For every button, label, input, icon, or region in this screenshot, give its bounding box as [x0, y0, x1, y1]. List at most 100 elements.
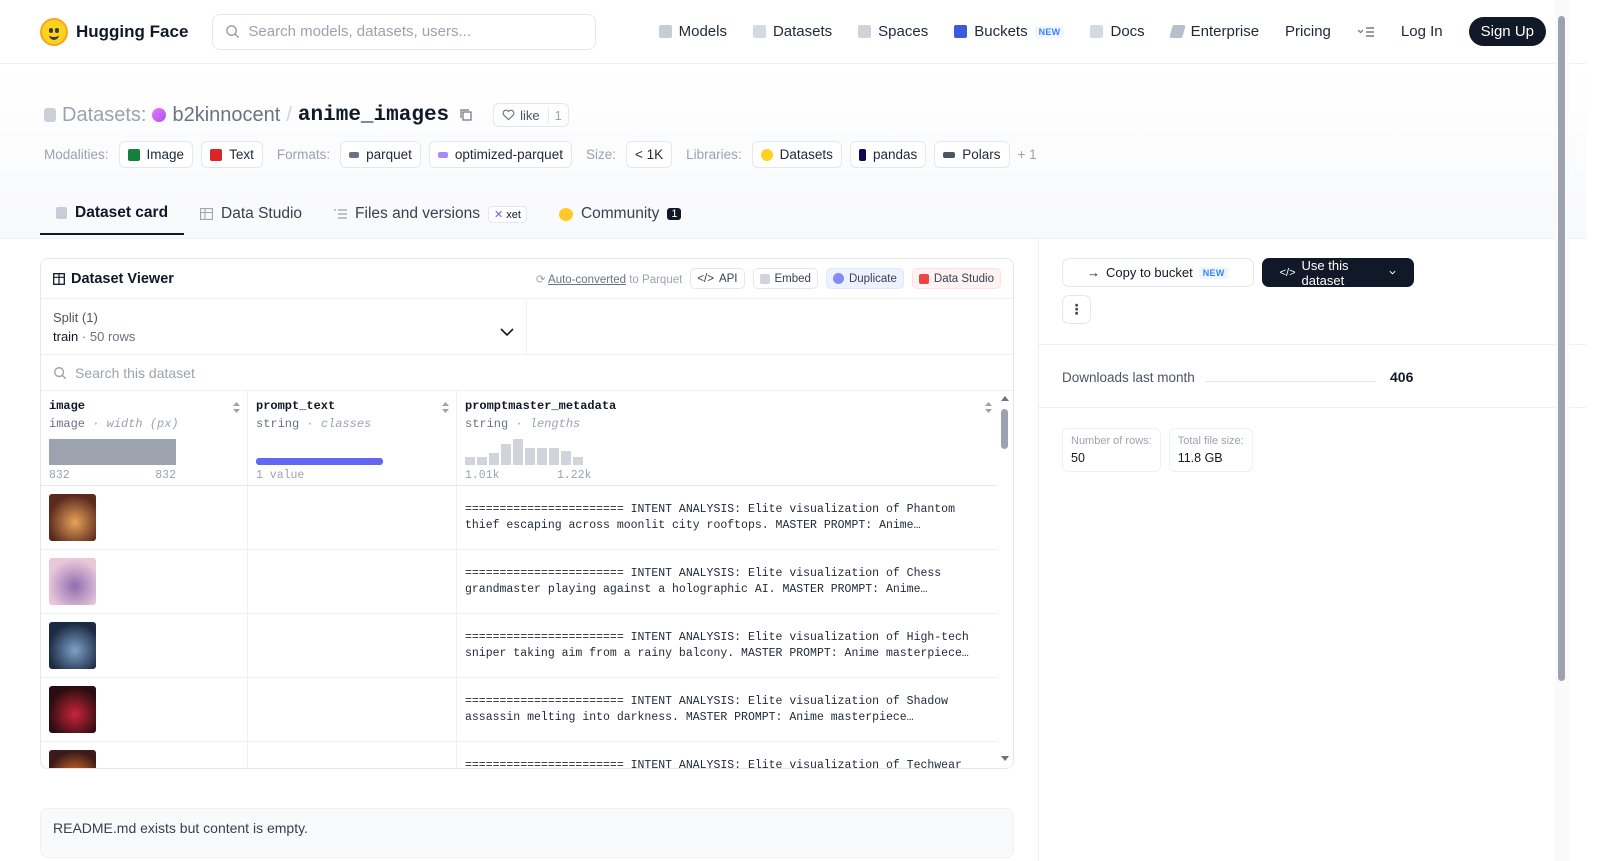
owner-link[interactable]: b2kinnocent: [172, 104, 280, 127]
page-scroll-thumb[interactable]: [1558, 16, 1565, 681]
scroll-up-icon[interactable]: [1000, 395, 1010, 402]
sort-icon[interactable]: [441, 401, 450, 414]
length-max: 1.22k: [557, 469, 592, 482]
histogram-bar[interactable]: [465, 457, 475, 465]
tab-data-studio[interactable]: Data Studio: [184, 193, 318, 235]
scroll-down-icon[interactable]: [1000, 755, 1010, 762]
file-size-stat: Total file size: 11.8 GB: [1168, 428, 1253, 472]
table-row[interactable]: ======================= INTENT ANALYSIS:…: [41, 742, 999, 768]
metadata-cell[interactable]: ======================= INTENT ANALYSIS:…: [457, 678, 999, 742]
prompt-text-cell[interactable]: [248, 742, 457, 768]
prompt-text-cell[interactable]: [248, 678, 457, 742]
histogram-bar[interactable]: [573, 457, 583, 465]
data-table: image image · width (px) 832 832 prompt_t…: [41, 391, 1013, 768]
brand-name: Hugging Face: [76, 21, 189, 41]
column-header-promptmaster-metadata[interactable]: promptmaster_metadata string · lengths 1…: [457, 391, 999, 486]
histogram-bar[interactable]: [525, 448, 535, 465]
embed-button[interactable]: Embed: [752, 268, 818, 289]
histogram-bar[interactable]: [501, 444, 511, 465]
image-thumbnail[interactable]: [49, 750, 96, 768]
sort-icon[interactable]: [232, 401, 241, 414]
table-row[interactable]: ======================= INTENT ANALYSIS:…: [41, 550, 999, 614]
table-scrollbar[interactable]: [997, 391, 1013, 768]
histogram-bar[interactable]: [537, 448, 547, 465]
more-options-button[interactable]: ⋮: [1062, 295, 1091, 324]
image-cell[interactable]: [41, 486, 248, 550]
metadata-cell[interactable]: ======================= INTENT ANALYSIS:…: [457, 486, 999, 550]
repo-name-link[interactable]: anime_images: [298, 104, 449, 127]
histogram-bar[interactable]: [561, 451, 571, 465]
image-cell[interactable]: [41, 742, 248, 768]
api-button[interactable]: </> API: [690, 268, 745, 289]
file-size-label: Total file size:: [1177, 435, 1244, 447]
column-header-prompt-text[interactable]: prompt_text string · classes 1 value: [248, 391, 457, 486]
image-thumbnail[interactable]: [49, 558, 96, 605]
nav-docs-link[interactable]: Docs: [1090, 23, 1145, 40]
prompt-text-cell[interactable]: [248, 486, 457, 550]
spaces-icon: [858, 25, 872, 38]
like-button[interactable]: like 1: [493, 103, 569, 127]
duplicate-button[interactable]: Duplicate: [825, 268, 904, 289]
image-cell[interactable]: [41, 550, 248, 614]
nav-pricing-link[interactable]: Pricing: [1285, 23, 1331, 40]
tab-dataset-card[interactable]: Dataset card: [40, 193, 185, 235]
column-header-image[interactable]: image image · width (px) 832 832: [41, 391, 248, 486]
global-search-input[interactable]: Search models, datasets, users...: [212, 13, 597, 50]
nav-datasets-link[interactable]: Datasets: [752, 23, 832, 40]
sort-icon[interactable]: [984, 401, 993, 414]
nav-models-link[interactable]: Models: [658, 23, 727, 40]
metadata-cell[interactable]: ======================= INTENT ANALYSIS:…: [457, 550, 999, 614]
prompt-text-cell[interactable]: [248, 550, 457, 614]
image-thumbnail[interactable]: [49, 494, 96, 541]
image-thumbnail[interactable]: [49, 686, 96, 733]
nav-docs-label: Docs: [1110, 23, 1145, 40]
table-row[interactable]: ======================= INTENT ANALYSIS:…: [41, 486, 999, 550]
signup-button[interactable]: Sign Up: [1468, 17, 1546, 46]
nav-spaces-link[interactable]: Spaces: [858, 23, 928, 40]
table-row[interactable]: ======================= INTENT ANALYSIS:…: [41, 678, 999, 742]
tag-text[interactable]: Text: [201, 141, 263, 168]
tag-pandas[interactable]: pandas: [849, 141, 927, 168]
prompt-text-cell[interactable]: [248, 614, 457, 678]
brand-link[interactable]: Hugging Face: [40, 17, 189, 46]
metadata-cell[interactable]: ======================= INTENT ANALYSIS:…: [457, 614, 999, 678]
histogram-bar[interactable]: [513, 439, 523, 465]
image-cell[interactable]: [41, 678, 248, 742]
histogram-bar[interactable]: [477, 457, 487, 465]
copy-icon[interactable]: [459, 108, 473, 122]
class-value-bar[interactable]: [256, 458, 383, 465]
metadata-cell[interactable]: ======================= INTENT ANALYSIS:…: [457, 742, 999, 768]
tag-size[interactable]: < 1K: [625, 141, 673, 168]
tab-community[interactable]: Community 1: [543, 193, 698, 235]
split-selector[interactable]: Split (1) train · 50 rows: [41, 299, 527, 354]
copy-to-bucket-button[interactable]: → Copy to bucket NEW: [1062, 258, 1254, 287]
pandas-icon: [858, 148, 866, 161]
page-scrollbar[interactable]: [1555, 0, 1569, 861]
table-row[interactable]: ======================= INTENT ANALYSIS:…: [41, 614, 999, 678]
length-histogram[interactable]: [465, 437, 583, 465]
use-this-dataset-button[interactable]: </> Use this dataset: [1261, 258, 1414, 288]
login-link[interactable]: Log In: [1401, 23, 1443, 40]
more-libraries-link[interactable]: + 1: [1018, 147, 1037, 162]
image-cell[interactable]: [41, 614, 248, 678]
tag-polars[interactable]: Polars: [934, 141, 1010, 168]
tab-files-and-versions[interactable]: Files and versions ✕ xet: [318, 193, 543, 235]
dataset-search-input[interactable]: Search this dataset: [41, 355, 1013, 391]
histogram-bar[interactable]: [489, 453, 499, 465]
sidebar-divider: [1038, 238, 1039, 861]
histogram-bar[interactable]: [549, 448, 559, 465]
to-parquet-text: to Parquet: [626, 273, 683, 286]
tag-datasets-label: Datasets: [779, 147, 833, 162]
image-thumbnail[interactable]: [49, 622, 96, 669]
nav-more-menu[interactable]: [1357, 26, 1375, 38]
tag-parquet[interactable]: parquet: [340, 141, 421, 168]
tag-datasets[interactable]: Datasets: [751, 141, 842, 168]
nav-enterprise-link[interactable]: Enterprise: [1168, 23, 1259, 40]
nav-buckets-link[interactable]: Buckets NEW: [954, 23, 1065, 40]
auto-converted-link[interactable]: Auto-converted: [548, 274, 626, 286]
tag-optimized-parquet[interactable]: optimized-parquet: [428, 141, 572, 168]
table-scroll-thumb[interactable]: [1001, 409, 1008, 449]
data-studio-button[interactable]: Data Studio: [911, 268, 1001, 289]
tag-image[interactable]: Image: [118, 141, 194, 168]
width-histogram-bar[interactable]: [49, 439, 176, 465]
